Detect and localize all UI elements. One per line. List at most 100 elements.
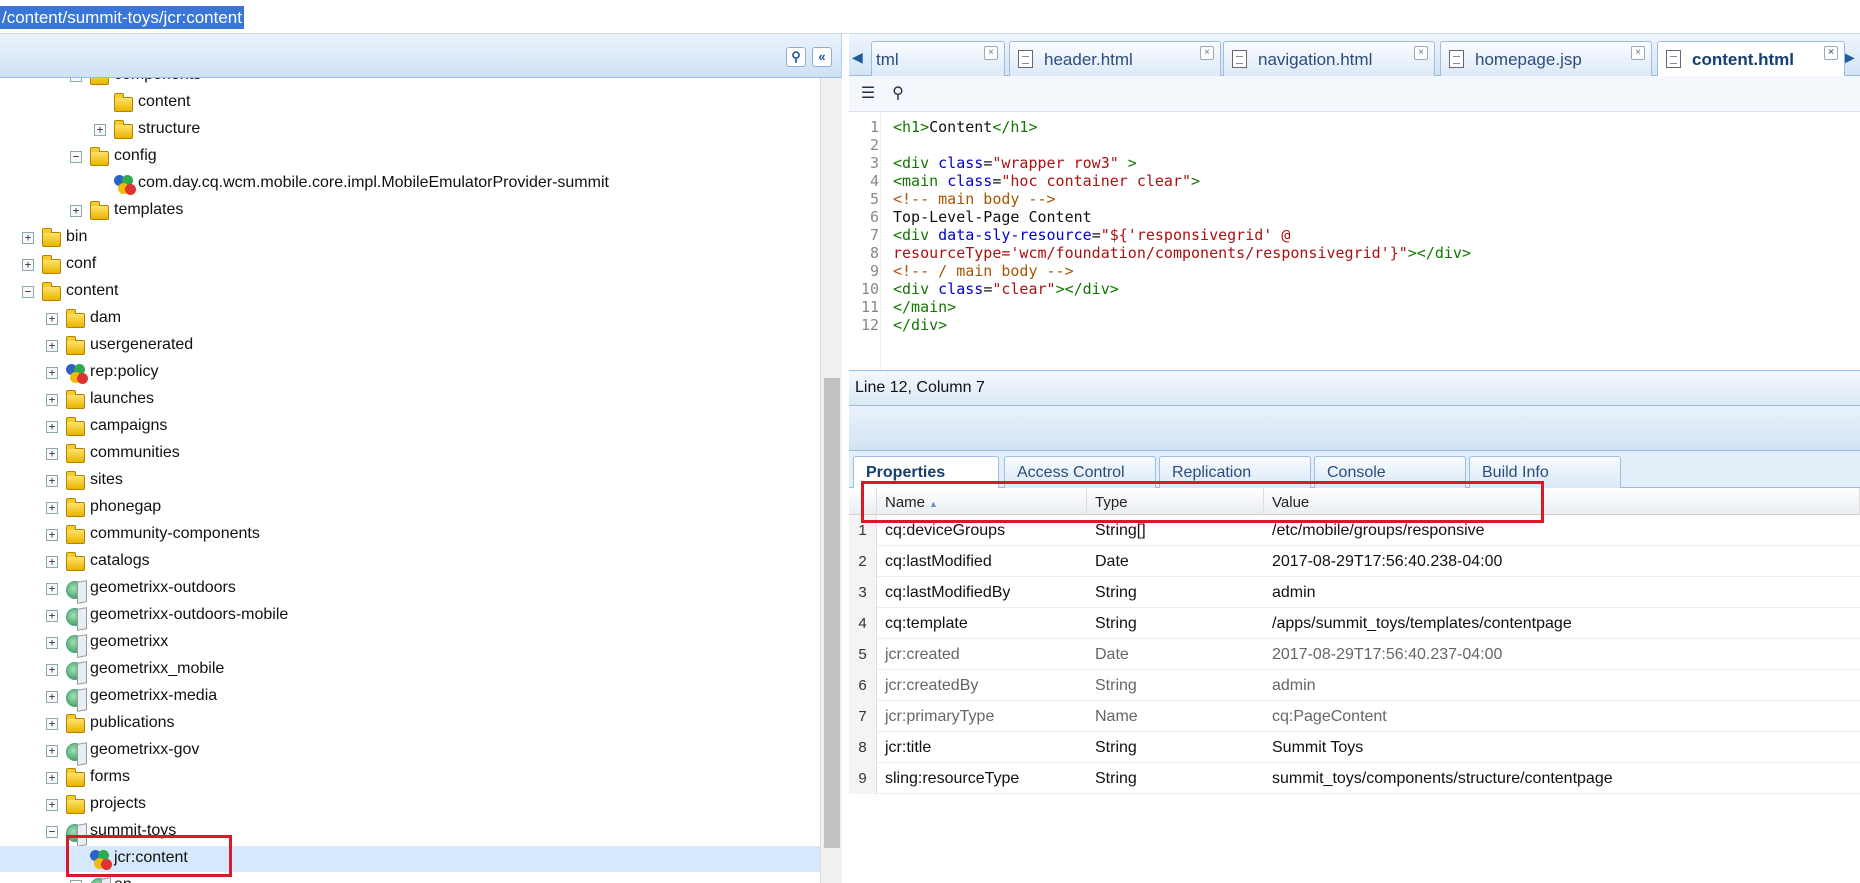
tree-scrollbar-thumb[interactable] — [824, 378, 840, 848]
tree-node[interactable]: − content — [0, 279, 820, 305]
expand-toggle-icon[interactable]: + — [46, 745, 58, 757]
address-path[interactable]: /content/summit-toys/jcr:content — [0, 6, 244, 29]
cell-name[interactable]: jcr:created — [877, 639, 1087, 670]
collapse-toggle-icon[interactable]: − — [22, 286, 34, 298]
tree-node[interactable]: + bin — [0, 225, 820, 251]
tree-node[interactable]: + projects — [0, 792, 820, 818]
expand-toggle-icon[interactable]: + — [46, 583, 58, 595]
cell-type[interactable]: String — [1087, 577, 1264, 608]
tab-scroll-left-icon[interactable]: ◀ — [849, 41, 869, 76]
tree-node[interactable]: + usergenerated — [0, 333, 820, 359]
tree-node[interactable]: + geometrixx-outdoors — [0, 576, 820, 602]
cell-type[interactable]: String — [1087, 763, 1264, 794]
expand-toggle-icon[interactable]: + — [70, 205, 82, 217]
expand-toggle-icon[interactable]: + — [22, 232, 34, 244]
expand-toggle-icon[interactable]: + — [46, 718, 58, 730]
close-icon[interactable]: × — [1631, 46, 1645, 60]
close-icon[interactable]: × — [1200, 46, 1214, 60]
tree-node[interactable]: com.day.cq.wcm.mobile.core.impl.MobileEm… — [0, 171, 820, 197]
tab-content-html[interactable]: content.html × — [1657, 41, 1845, 76]
cell-value[interactable]: cq:PageContent — [1264, 701, 1860, 732]
format-icon[interactable]: ☰ — [857, 83, 879, 105]
binoculars-icon[interactable]: ⚲ — [786, 47, 806, 67]
cell-name[interactable]: cq:lastModifiedBy — [877, 577, 1087, 608]
cell-name[interactable]: sling:resourceType — [877, 763, 1087, 794]
table-row[interactable]: 3 cq:lastModifiedBy String admin — [849, 577, 1860, 608]
tree-node[interactable]: + dam — [0, 306, 820, 332]
expand-toggle-icon[interactable]: + — [46, 772, 58, 784]
expand-toggle-icon[interactable]: + — [46, 664, 58, 676]
cell-name[interactable]: cq:template — [877, 608, 1087, 639]
cell-value[interactable]: 2017-08-29T17:56:40.237-04:00 — [1264, 639, 1860, 670]
expand-toggle-icon[interactable]: + — [46, 610, 58, 622]
tree-node[interactable]: + geometrixx-gov — [0, 738, 820, 764]
tree-node[interactable]: + geometrixx-media — [0, 684, 820, 710]
tree-node[interactable]: + sites — [0, 468, 820, 494]
binoculars-icon[interactable]: ⚲ — [887, 83, 909, 105]
expand-toggle-icon[interactable]: + — [46, 448, 58, 460]
tree-node[interactable]: + launches — [0, 387, 820, 413]
double-chevron-left-icon[interactable]: « — [812, 47, 832, 67]
tab-homepage-jsp[interactable]: homepage.jsp × — [1440, 41, 1652, 76]
cell-type[interactable]: String — [1087, 732, 1264, 763]
expand-toggle-icon[interactable]: + — [46, 367, 58, 379]
close-icon[interactable]: × — [1824, 46, 1838, 60]
tree-node[interactable]: + geometrixx-outdoors-mobile — [0, 603, 820, 629]
cell-name[interactable]: jcr:title — [877, 732, 1087, 763]
tab-navigation-html[interactable]: navigation.html × — [1223, 41, 1435, 76]
collapse-toggle-icon[interactable]: − — [70, 151, 82, 163]
collapse-toggle-icon[interactable]: − — [70, 78, 82, 82]
table-row[interactable]: 8 jcr:title String Summit Toys — [849, 732, 1860, 763]
table-row[interactable]: 2 cq:lastModified Date 2017-08-29T17:56:40.… — [849, 546, 1860, 577]
panel-splitter[interactable] — [849, 406, 1860, 451]
tree-node[interactable]: content — [0, 90, 820, 116]
table-row[interactable]: 7 jcr:primaryType Name cq:PageContent — [849, 701, 1860, 732]
close-icon[interactable]: × — [1414, 46, 1428, 60]
expand-toggle-icon[interactable]: + — [46, 529, 58, 541]
expand-toggle-icon[interactable]: + — [46, 475, 58, 487]
tab-tml[interactable]: tml × — [871, 41, 1005, 76]
expand-toggle-icon[interactable]: + — [94, 124, 106, 136]
tree-node[interactable]: + campaigns — [0, 414, 820, 440]
cell-value[interactable]: admin — [1264, 670, 1860, 701]
expand-toggle-icon[interactable]: + — [46, 556, 58, 568]
table-row[interactable]: 5 jcr:created Date 2017-08-29T17:56:40.237-… — [849, 639, 1860, 670]
expand-toggle-icon[interactable]: + — [46, 691, 58, 703]
expand-toggle-icon[interactable]: + — [46, 502, 58, 514]
code-editor[interactable]: 1 2 3 4 5 6 7 8 9 10 11 12 <h1>Content</h1> <div cla… — [849, 112, 1860, 370]
tree-node[interactable]: − components — [0, 78, 820, 89]
cell-name[interactable]: jcr:createdBy — [877, 670, 1087, 701]
tab-scroll-right-icon[interactable]: ▶ — [1843, 41, 1860, 76]
tree-node[interactable]: + publications — [0, 711, 820, 737]
expand-toggle-icon[interactable]: + — [46, 421, 58, 433]
address-bar[interactable]: /content/summit-toys/jcr:content — [0, 0, 1860, 34]
cell-type[interactable]: Date — [1087, 546, 1264, 577]
cell-type[interactable]: Name — [1087, 701, 1264, 732]
tree-node[interactable]: + templates — [0, 198, 820, 224]
cell-name[interactable]: jcr:primaryType — [877, 701, 1087, 732]
tree-node[interactable]: + community-components — [0, 522, 820, 548]
tree-node[interactable]: + forms — [0, 765, 820, 791]
tree-node[interactable]: + catalogs — [0, 549, 820, 575]
tree-scrollbar[interactable] — [820, 78, 842, 883]
expand-toggle-icon[interactable]: + — [46, 340, 58, 352]
tab-header-html[interactable]: header.html × — [1009, 41, 1221, 76]
expand-toggle-icon[interactable]: + — [46, 799, 58, 811]
expand-toggle-icon[interactable]: + — [46, 313, 58, 325]
cell-type[interactable]: String — [1087, 608, 1264, 639]
cell-value[interactable]: admin — [1264, 577, 1860, 608]
tree-node[interactable]: − config — [0, 144, 820, 170]
cell-type[interactable]: String — [1087, 670, 1264, 701]
tree-node[interactable]: + communities — [0, 441, 820, 467]
table-row[interactable]: 4 cq:template String/apps/summit_toys/temp… — [849, 608, 1860, 639]
cell-name[interactable]: cq:lastModified — [877, 546, 1087, 577]
tree-node[interactable]: + phonegap — [0, 495, 820, 521]
tree-node[interactable]: + structure — [0, 117, 820, 143]
cell-value[interactable]: Summit Toys — [1264, 732, 1860, 763]
table-row[interactable]: 9 sling:resourceType String summit_toys/com… — [849, 763, 1860, 794]
collapse-toggle-icon[interactable]: − — [46, 826, 58, 838]
expand-toggle-icon[interactable]: + — [22, 259, 34, 271]
cell-value[interactable]: /apps/summit_toys/templates/contentpage — [1264, 608, 1860, 639]
tree-node[interactable]: + rep:policy — [0, 360, 820, 386]
cell-value[interactable]: 2017-08-29T17:56:40.238-04:00 — [1264, 546, 1860, 577]
